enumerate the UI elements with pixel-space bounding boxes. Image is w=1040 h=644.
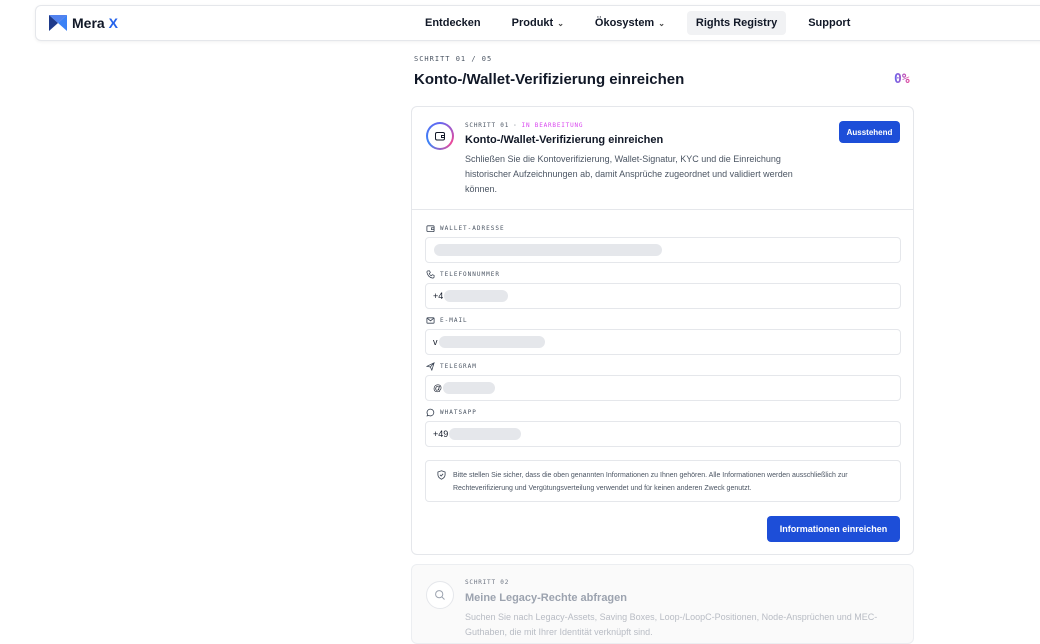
whatsapp-label: WHATSAPP <box>426 408 477 417</box>
step-1-title: Konto-/Wallet-Verifizierung einreichen <box>465 134 664 146</box>
step-2-description: Suchen Sie nach Legacy-Assets, Saving Bo… <box>465 612 878 637</box>
phone-value: +4 <box>433 291 444 301</box>
step-status: IN BEARBEITUNG <box>521 122 584 129</box>
step-1-description: Schließen Sie die Kontoverifizierung, Wa… <box>465 154 793 194</box>
top-navbar: Mera X Entdecken Produkt ⌄ Ökosystem ⌄ Rig… <box>35 5 1040 41</box>
status-badge: Ausstehend <box>839 121 900 143</box>
logo-icon <box>49 15 67 31</box>
redacted-value <box>434 244 662 256</box>
step-counter: SCHRITT 01 / 05 <box>414 55 493 63</box>
notice-text: Bitte stellen Sie sicher, dass die oben … <box>453 472 848 492</box>
wallet-step-icon <box>426 122 454 150</box>
chevron-down-icon: ⌄ <box>557 18 564 28</box>
phone-icon <box>426 270 435 279</box>
phone-label: TELEFONNUMMER <box>426 270 500 279</box>
telegram-input[interactable]: @ <box>425 375 901 401</box>
main-nav: Entdecken Produkt ⌄ Ökosystem ⌄ Rights Reg… <box>416 11 872 35</box>
whatsapp-input[interactable]: +49 <box>425 421 901 447</box>
phone-input[interactable]: +4 <box>425 283 901 309</box>
message-circle-icon <box>426 408 435 417</box>
nav-item-produkt[interactable]: Produkt ⌄ <box>503 11 573 35</box>
wallet-label: WALLET-ADRESSE <box>426 224 505 233</box>
search-icon <box>435 590 445 600</box>
nav-label: Entdecken <box>425 17 481 29</box>
step-1-header: SCHRITT 01 · IN BEARBEITUNG Konto-/Walle… <box>412 107 913 210</box>
redacted-value <box>449 428 522 440</box>
send-icon <box>426 362 435 371</box>
step-number: SCHRITT 01 <box>465 122 510 129</box>
nav-label: Produkt <box>511 17 554 29</box>
step-2-card[interactable]: SCHRITT 02 Meine Legacy-Rechte abfragen … <box>411 564 914 644</box>
nav-label: Support <box>808 17 851 29</box>
kicker-separator: · <box>513 122 518 129</box>
email-input[interactable]: v <box>425 329 901 355</box>
nav-item-rights-registry[interactable]: Rights Registry <box>686 11 787 35</box>
wallet-icon <box>426 225 435 233</box>
nav-label: Rights Registry <box>695 17 778 29</box>
shield-check-icon <box>437 470 446 480</box>
wallet-icon <box>435 132 445 141</box>
privacy-notice: Bitte stellen Sie sicher, dass die oben … <box>425 460 901 502</box>
page-title: Konto-/Wallet-Verifizierung einreichen <box>414 71 685 88</box>
step-2-title: Meine Legacy-Rechte abfragen <box>465 592 627 604</box>
email-value: v <box>433 337 438 347</box>
nav-label: Ökosystem <box>594 17 655 29</box>
chevron-down-icon: ⌄ <box>658 18 665 28</box>
mail-icon <box>426 317 435 324</box>
wallet-address-input[interactable] <box>425 237 901 263</box>
step-1-kicker: SCHRITT 01 · IN BEARBEITUNG <box>465 122 583 129</box>
redacted-value <box>438 336 545 348</box>
step-2-kicker: SCHRITT 02 <box>465 579 510 586</box>
nav-item-support[interactable]: Support <box>799 11 859 35</box>
submit-info-button[interactable]: Informationen einreichen <box>767 516 900 542</box>
nav-item-entdecken[interactable]: Entdecken <box>416 11 490 35</box>
step-1-card: SCHRITT 01 · IN BEARBEITUNG Konto-/Walle… <box>411 106 914 555</box>
redacted-value <box>444 290 509 302</box>
email-label: E-MAIL <box>426 316 468 325</box>
telegram-label: TELEGRAM <box>426 362 477 371</box>
progress-percent: 0% <box>894 72 910 87</box>
telegram-value: @ <box>433 383 443 393</box>
brand-logo[interactable]: Mera X <box>48 14 118 32</box>
whatsapp-value: +49 <box>433 429 449 439</box>
search-step-icon <box>426 581 454 609</box>
brand-name: Mera X <box>72 15 118 31</box>
redacted-value <box>443 382 496 394</box>
nav-item-oekosystem[interactable]: Ökosystem ⌄ <box>586 11 674 35</box>
